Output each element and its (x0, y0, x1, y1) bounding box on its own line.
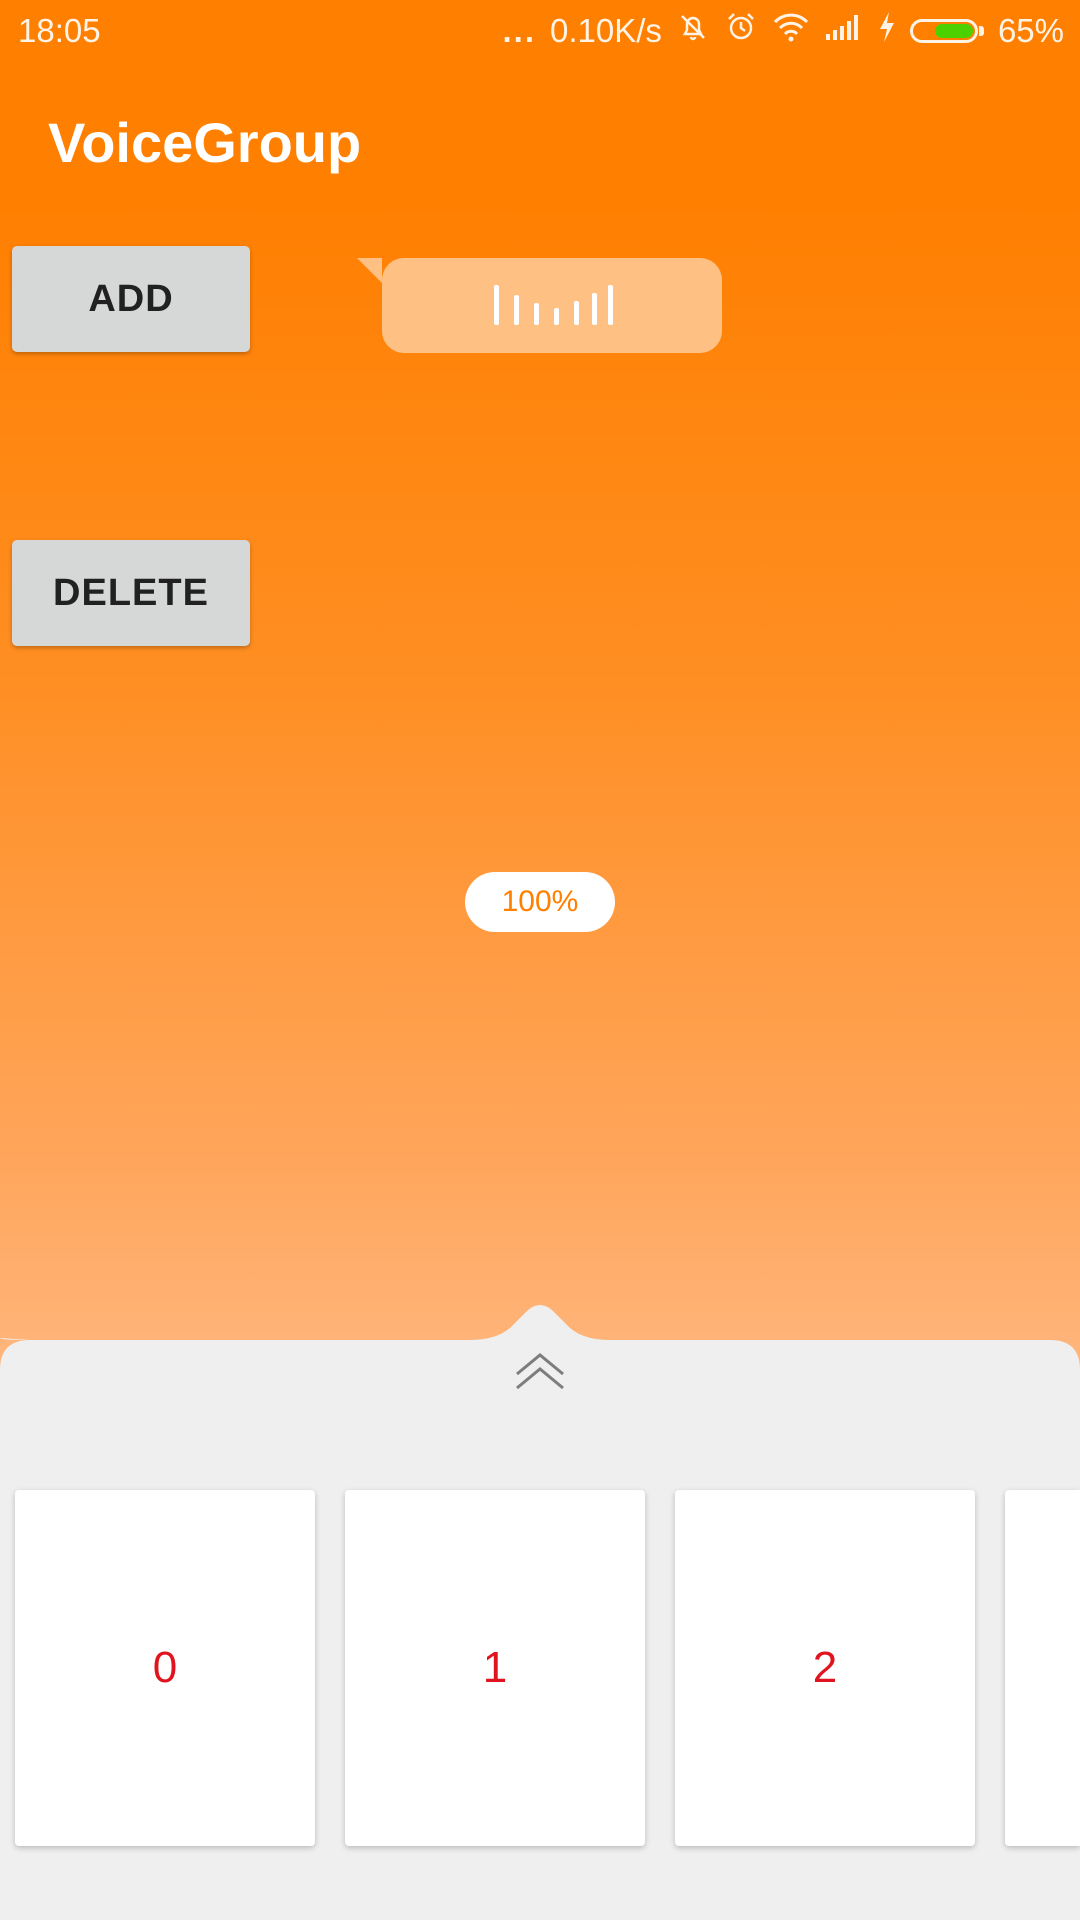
battery-level (934, 24, 973, 38)
charging-icon (878, 11, 896, 51)
mute-icon (676, 10, 710, 52)
voice-message-bubble[interactable] (382, 258, 722, 353)
net-speed: 0.10K/s (550, 12, 662, 49)
wifi-icon (772, 12, 810, 50)
card-label: 1 (482, 1643, 508, 1692)
status-icons: ... 0.10K/s 65% (502, 10, 1064, 52)
status-time: 18:05 (18, 12, 101, 49)
signal-icon (824, 12, 864, 50)
voice-bubble-tail (357, 258, 382, 283)
card-item[interactable]: 0 (15, 1490, 315, 1846)
card-item[interactable]: 1 (345, 1490, 645, 1846)
card-label: 0 (152, 1643, 178, 1692)
more-dots: ... (502, 12, 537, 49)
card-item[interactable]: 2 (675, 1490, 975, 1846)
delete-button[interactable]: DELETE (12, 540, 250, 646)
battery-icon (909, 19, 984, 43)
alarm-icon (724, 10, 758, 52)
card-item-partial[interactable] (1005, 1490, 1080, 1846)
status-bar: 18:05 ... 0.10K/s 65% (0, 0, 1080, 62)
card-label: 2 (812, 1643, 838, 1692)
app-title: VoiceGroup (48, 111, 362, 174)
chevron-up-double-icon[interactable] (514, 1352, 566, 1392)
add-button[interactable]: ADD (12, 246, 250, 352)
progress-percent-badge: 100% (465, 872, 615, 932)
voice-wave-icon (492, 285, 613, 325)
battery-percent: 65% (997, 12, 1064, 49)
bottom-sheet: 0 1 2 (0, 1304, 1080, 1920)
